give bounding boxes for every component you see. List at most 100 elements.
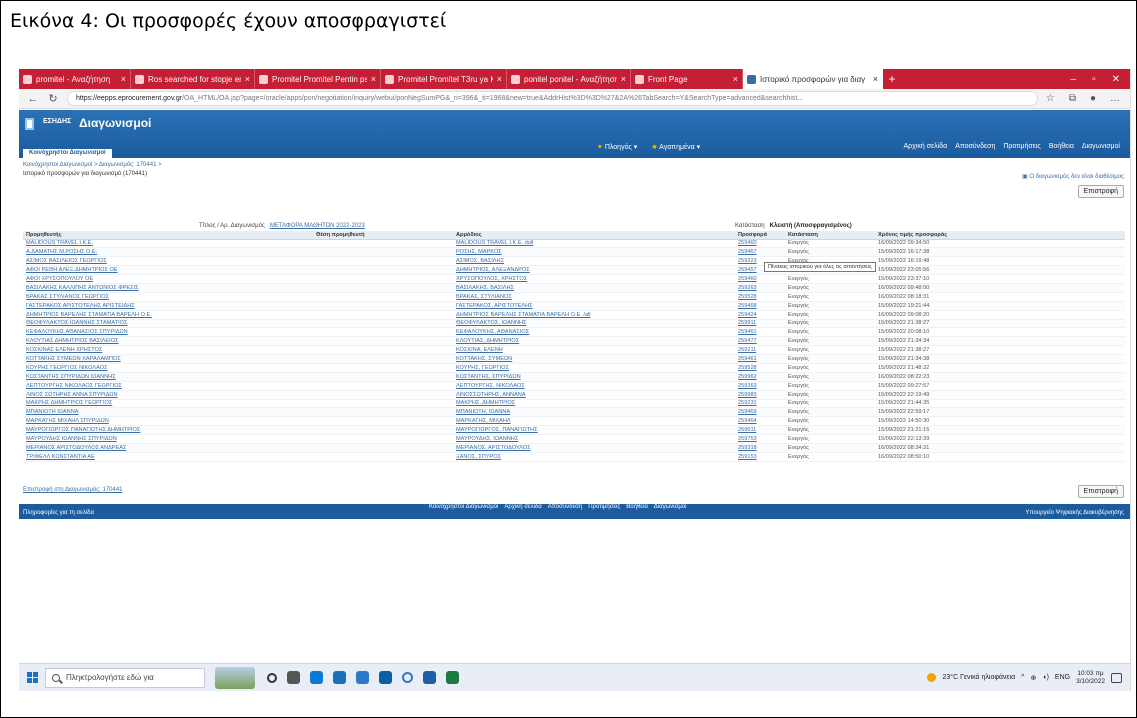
cell-supplier[interactable]: ΑΣΙΜΟΣ ΒΑΣΙΛΕΙΟΣ ΓΕΩΡΓΙΟΣ [23, 256, 313, 267]
cell-contact[interactable]: ΧΡΥΣΟΠΟΥΛΟΣ, ΧΡΗΣΤΟΣ [453, 274, 735, 284]
cell-bid[interactable]: 259469 [735, 407, 785, 418]
cell-contact[interactable]: ΜΕΡΙΑΝΟΣ, ΑΡΙΣΤΟΔΟΥΛΟΣ [453, 443, 735, 453]
cell-contact[interactable]: ΚΕΦΑΛΟΥΚΗΣ, ΑΘΑΝΑΣΙΟΣ [453, 327, 735, 338]
browser-icon[interactable] [402, 672, 413, 683]
cell-supplier[interactable]: ΜΠΑΝΙΩΤΗ ΙΩΑΝΝΑ [23, 407, 313, 418]
tender-title-link[interactable]: ΜΕΤΑΦΟΡΑ ΜΑΘΗΤΩΝ 2022-2023 [270, 223, 365, 229]
cell-supplier[interactable]: ΜΕΡΙΑΝΟΣ ΑΡΙΣΤΟΔΟΥΛΟΣ ΑΝΔΡΕΑΣ [23, 443, 313, 453]
return-button-bottom[interactable]: Επιστροφή [1077, 485, 1124, 498]
footer-link[interactable]: Αρχική σελίδα [504, 504, 541, 510]
cell-bid[interactable]: 259318 [735, 443, 785, 453]
cell-contact[interactable]: ΡΟΣΗΣ, ΜΑΡΚΟΣ [453, 247, 735, 258]
cell-contact[interactable]: ΔΗΜΗΤΡΙΟΣ, ΑΛΕΞΑΝΔΡΟΣ [453, 265, 735, 276]
cell-contact[interactable]: ΔΗΜΗΤΡΙΟΣ ΒΑΡΕΛΗΣ ΣΤΑΜΑΤΙΑ ΒΑΡΕΛΗ Ο.Ε. /… [453, 310, 735, 320]
cell-supplier[interactable]: Α.ΔΑΜΑΤΗΣ Μ.ΡΟΣΗΣ Ο.Ε. [23, 247, 313, 258]
cell-contact[interactable]: ΜΠΑΝΙΩΤΗ, ΙΩΑΝΝΑ [453, 407, 735, 418]
cell-supplier[interactable]: ΔΗΜΗΤΡΙΟΣ ΒΑΡΕΛΗΣ ΣΤΑΜΑΤΙΑ ΒΑΡΕΛΗ Ο.Ε. [23, 310, 313, 320]
cell-bid[interactable]: 259962 [735, 372, 785, 382]
cortana-icon[interactable] [267, 672, 277, 683]
cell-supplier[interactable]: MALIDOUS TRAVEL Ι.Κ.Ε. [23, 239, 313, 249]
preferences-link[interactable]: Προτιμήσεις [1003, 143, 1040, 150]
cell-supplier[interactable]: ΚΛΟΥΤΙΑΣ ΔΗΜΗΤΡΙΟΣ ΒΑΣΙΛΕΙΟΣ [23, 336, 313, 347]
browser-tab[interactable]: Ros searched for stopje ensup × [131, 69, 255, 89]
tab-close-icon[interactable]: × [873, 74, 878, 84]
cell-supplier[interactable]: ΚΩΣΤΑΝΤΗΣ ΣΠΥΡΙΔΩΝ ΙΩΑΝΝΗΣ [23, 372, 313, 382]
tab-close-icon[interactable]: × [245, 74, 250, 84]
cell-contact[interactable]: ΚΟΣΚΙΝΑ, ΕΛΕΝΗ [453, 345, 735, 356]
tenders-link[interactable]: Διαγωνισμοί [1082, 143, 1120, 150]
start-button[interactable] [19, 664, 45, 692]
task-view-icon[interactable] [287, 671, 300, 684]
cell-bid[interactable]: 259528 [735, 292, 785, 302]
cell-bid[interactable]: 259231 [735, 399, 785, 409]
cell-bid[interactable]: 259363 [735, 381, 785, 391]
taskbar-search[interactable]: Πληκτρολογήστε εδώ για [45, 667, 205, 688]
refresh-icon[interactable]: ↻ [47, 92, 59, 105]
cell-contact[interactable]: ΜΑΚΡΗΣ, ΔΗΜΗΤΡΙΟΣ [453, 399, 735, 409]
collections-icon[interactable]: ⧉ [1069, 93, 1076, 104]
close-icon[interactable]: ✕ [1112, 74, 1120, 85]
cell-bid[interactable]: 259461 [735, 354, 785, 364]
cell-supplier[interactable]: ΒΑΣΙΛΑΚΗΣ ΚΑΛΛΙΠΗΣ ΑΝΤΩΝΙΟΣ ΦΡΕΣΙΣ [23, 283, 313, 293]
footer-link[interactable]: Αποσύνδεση [548, 504, 582, 510]
footer-link[interactable]: Προτιμήσεις [588, 504, 620, 510]
edge-icon[interactable] [310, 671, 323, 684]
footer-link[interactable]: Βοήθεια [626, 504, 648, 510]
cell-contact[interactable]: ΘΕΟΦΥΛΑΚΤΟΣ, ΙΩΑΝΝΗΣ [453, 319, 735, 329]
cell-supplier[interactable]: ΜΑΥΡΟΥΔΗΣ ΙΩΑΝΝΗΣ ΣΠΥΡΙΔΩΝ [23, 434, 313, 444]
cell-bid[interactable]: 259424 [735, 310, 785, 320]
tab-close-icon[interactable]: × [733, 74, 738, 84]
cell-bid[interactable]: 259468 [735, 301, 785, 311]
store-icon[interactable] [379, 671, 392, 684]
cell-supplier[interactable]: ΑΦΟΙ ΡΕΘΗ ΑΛΕΞ.ΔΗΜΗΤΡΙΟΣ ΟΕ [23, 265, 313, 276]
star-icon[interactable]: ☆ [1046, 93, 1055, 104]
new-tab-button[interactable]: + [883, 72, 901, 86]
cell-bid[interactable]: 259528 [735, 363, 785, 373]
breadcrumb[interactable]: Κοινόχρηστοι Διαγωνισμοί > Διαγωνισμός: … [23, 162, 162, 168]
browser-tab[interactable]: ponitel ponitel - Αναζήτηση × [507, 69, 631, 89]
more-icon[interactable]: … [1110, 93, 1120, 104]
chevron-up-icon[interactable]: ^ [1021, 674, 1024, 681]
browser-tab[interactable]: Ιστορικό προσφορών για διαγ × [743, 69, 883, 89]
tab-shared-tenders[interactable]: Κοινόχρηστοι Διαγωνισμοί [23, 149, 112, 158]
browser-tab[interactable]: promitel - Αναζήτηση × [19, 69, 131, 89]
cell-contact[interactable]: ΑΣΙΜΟΣ, ΒΑΣΙΛΗΣ [453, 256, 735, 267]
cell-contact[interactable]: ΜΑΥΡΟΓΙΩΡΓΟΣ, ΠΑΝΑΓΙΩΤΗΣ [453, 425, 735, 436]
cell-bid[interactable]: 259460 [735, 239, 785, 249]
help-link[interactable]: Βοήθεια [1049, 143, 1074, 150]
cell-supplier[interactable]: ΚΟΤΤΑΚΗΣ ΣΥΜΕΩΝ ΧΑΡΑΛΑΜΠΟΣ [23, 354, 313, 364]
cell-contact[interactable]: ΚΛΟΥΤΙΑΣ, ΔΗΜΗΤΡΙΟΣ [453, 336, 735, 347]
cell-bid[interactable]: 259460 [735, 274, 785, 284]
cell-supplier[interactable]: ΓΑΣΤΕΡΑΚΟΣ ΑΡΙΣΤΟΤΕΛΗΣ ΑΡΙΣΤΕΙΔΗΣ [23, 301, 313, 311]
clock[interactable]: 10:03 πμ 3/10/2022 [1076, 670, 1105, 686]
cell-contact[interactable]: ΛΙΝΟΣΣΩΤΗΡΗΣ, ΑΝΝΑΝΑ [453, 390, 735, 400]
cell-contact[interactable]: ΓΑΣΤΕΡΑΚΟΣ, ΑΡΙΣΤΟΤΕΛΗΣ [453, 301, 735, 311]
profile-icon[interactable]: ● [1090, 93, 1096, 104]
cell-bid[interactable]: 259461 [735, 327, 785, 338]
col-supplier[interactable]: Προμηθευτής [23, 231, 313, 240]
cell-contact[interactable]: ΜΑΥΡΟΥΔΗΣ, ΙΩΑΝΝΗΣ [453, 434, 735, 444]
tab-close-icon[interactable]: × [497, 74, 502, 84]
cell-contact[interactable]: ΚΩΣΤΑΝΤΗΣ, ΣΠΥΡΙΔΩΝ [453, 372, 735, 382]
notifications-icon[interactable] [1111, 672, 1122, 683]
home-link[interactable]: Αρχική σελίδα [904, 143, 948, 150]
cell-supplier[interactable]: ΤΡΙΦΕΛΛ ΚΩΝΣΤΑΝΤΙΑ ΑΕ [23, 452, 313, 462]
cell-supplier[interactable]: ΛΕΠΤΟΥΡΓΗΣ ΝΙΚΟΛΑΟΣ ΓΕΩΡΓΙΟΣ [23, 381, 313, 391]
browser-tab[interactable]: Promitel Promitel T3ru ya Ko × [381, 69, 507, 89]
availability-link[interactable]: ▣ Ο διαγωνισμός δεν είναι διαθέσιμος [1022, 173, 1124, 180]
excel-icon[interactable] [446, 671, 459, 684]
network-icon[interactable]: ⊕ [1030, 674, 1036, 682]
tab-close-icon[interactable]: × [121, 74, 126, 84]
cell-bid[interactable]: 259211 [735, 345, 785, 356]
cell-supplier[interactable]: ΒΡΑΚΑΣ ΣΤΥΛΙΑΝΟΣ ΓΕΩΡΓΙΟΣ [23, 292, 313, 302]
mail-icon[interactable] [333, 671, 346, 684]
cell-bid[interactable]: 259753 [735, 434, 785, 444]
favorites-menu[interactable]: ★ Αγαπημένα ▾ [651, 143, 700, 151]
cell-bid[interactable]: 259467 [735, 247, 785, 258]
cell-supplier[interactable]: ΚΕΦΑΛΟΥΚΗΣ ΑΘΑΝΑΣΙΟΣ ΣΠΥΡΙΔΩΝ [23, 327, 313, 338]
cell-contact[interactable]: ΛΕΠΤΟΥΡΓΗΣ, ΝΙΚΟΛΑΟΣ [453, 381, 735, 391]
cell-contact[interactable]: ΒΑΣΙΛΑΚΗΣ, ΒΑΣΙΛΗΣ [453, 283, 735, 293]
back-icon[interactable]: ← [27, 93, 39, 105]
cell-contact[interactable]: MALIDOUS TRAVEL Ι.Κ.Ε. dull [453, 239, 735, 249]
navigator-menu[interactable]: ✦ Πλοηγός ▾ [597, 143, 637, 151]
